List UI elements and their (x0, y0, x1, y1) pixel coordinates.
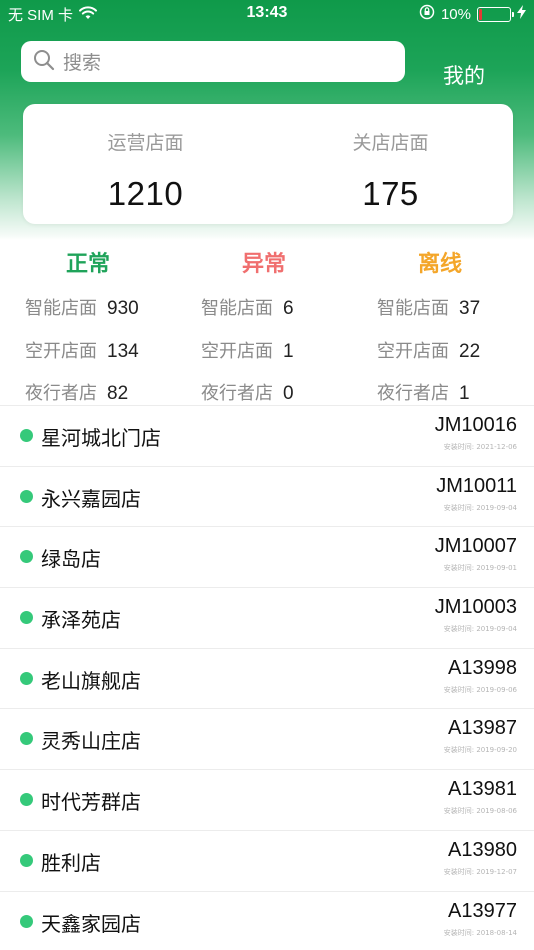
operating-label: 运营店面 (107, 132, 184, 154)
search-icon (33, 49, 55, 75)
store-code: JM10011 (436, 474, 517, 497)
closed-label: 关店店面 (352, 132, 429, 154)
list-item[interactable]: 时代芳群店 A13981 安装时间: 2019-08-06 (0, 769, 534, 830)
category-title: 正常 (65, 252, 110, 277)
search-input[interactable]: 搜索 (21, 41, 405, 82)
store-list: 星河城北门店 JM10016 安装时间: 2021-12-06 永兴嘉园店 JM100… (0, 405, 534, 950)
install-date: 安装时间: 2019-09-06 (443, 685, 517, 694)
list-item[interactable]: 承泽苑店 JM10003 安装时间: 2019-09-04 (0, 587, 534, 648)
store-name: 天鑫家园店 (41, 911, 141, 936)
stat-night: 夜行者店 1 (377, 383, 470, 404)
store-code: A13977 (448, 899, 517, 922)
install-date: 安装时间: 2019-12-07 (443, 867, 517, 876)
store-name: 老山旗舰店 (41, 668, 141, 693)
install-date: 安装时间: 2019-09-20 (443, 746, 517, 755)
status-breakdown: 正常 智能店面 930 空开店面 134 夜行者店 82 异常 智能店面 6 空开店面 1… (0, 240, 534, 405)
online-status-dot (20, 793, 33, 807)
install-date: 安装时间: 2019-09-01 (443, 564, 517, 573)
stat-night: 夜行者店 0 (201, 383, 294, 404)
store-name: 承泽苑店 (41, 608, 121, 633)
stat-smart: 智能店面 930 (25, 298, 139, 319)
store-name: 胜利店 (41, 850, 101, 875)
list-item[interactable]: 灵秀山庄店 A13987 安装时间: 2019-09-20 (0, 708, 534, 769)
store-code: A13981 (448, 778, 517, 801)
online-status-dot (20, 671, 33, 685)
charging-icon (517, 5, 526, 23)
install-date: 安装时间: 2019-09-04 (443, 503, 517, 512)
store-code: JM10016 (434, 414, 517, 436)
store-code: A13998 (448, 656, 517, 679)
closed-value: 175 (362, 175, 419, 212)
stat-smart: 智能店面 6 (201, 298, 294, 319)
stat-night: 夜行者店 82 (25, 383, 129, 404)
list-item[interactable]: 胜利店 A13980 安装时间: 2019-12-07 (0, 829, 534, 891)
battery-percent: 10% (440, 5, 471, 23)
status-bar: 无 SIM 卡 13:43 10% (0, 0, 534, 26)
online-status-dot (20, 732, 33, 746)
list-item[interactable]: 星河城北门店 JM10016 安装时间: 2021-12-06 (0, 405, 534, 466)
status-right: 10% (419, 4, 526, 24)
store-name: 绿岛店 (41, 547, 101, 572)
battery-fill (479, 8, 482, 20)
summary-card: 运营店面 1210 关店店面 175 (23, 104, 513, 224)
list-item[interactable]: 绿岛店 JM10007 安装时间: 2019-09-01 (0, 526, 534, 587)
store-code: JM10007 (434, 535, 517, 558)
store-name: 灵秀山庄店 (41, 729, 141, 754)
mine-button[interactable]: 我的 (425, 60, 503, 90)
online-status-dot (20, 550, 33, 564)
online-status-dot (20, 489, 33, 503)
store-name: 星河城北门店 (41, 426, 161, 450)
store-name: 时代芳群店 (41, 790, 141, 815)
store-code: JM10003 (434, 596, 517, 619)
list-item[interactable]: 永兴嘉园店 JM10011 安装时间: 2019-09-04 (0, 465, 534, 527)
install-date: 安装时间: 2019-09-04 (443, 625, 517, 634)
install-date: 安装时间: 2021-12-06 (443, 443, 517, 451)
stat-breaker: 空开店面 22 (377, 341, 481, 362)
store-name: 永兴嘉园店 (41, 486, 141, 511)
closed-stores[interactable]: 关店店面 175 (268, 104, 513, 213)
online-status-dot (20, 853, 33, 867)
stat-breaker: 空开店面 134 (25, 341, 139, 362)
install-date: 安装时间: 2018-08-14 (443, 928, 517, 937)
online-status-dot (20, 429, 33, 442)
stat-smart: 智能店面 37 (377, 298, 481, 319)
operating-stores[interactable]: 运营店面 1210 (23, 104, 268, 213)
battery-icon (477, 6, 514, 22)
install-date: 安装时间: 2019-08-06 (443, 807, 517, 816)
stat-breaker: 空开店面 1 (201, 341, 294, 362)
store-code: A13980 (448, 838, 517, 861)
search-placeholder: 搜索 (63, 52, 102, 74)
online-status-dot (20, 611, 33, 625)
operating-value: 1210 (107, 175, 184, 212)
store-code: A13987 (448, 717, 517, 740)
category-title: 离线 (417, 252, 462, 277)
category-title: 异常 (241, 252, 286, 277)
list-item[interactable]: 天鑫家园店 A13977 安装时间: 2018-08-14 (0, 890, 534, 950)
orientation-lock-icon (419, 4, 435, 24)
list-item[interactable]: 老山旗舰店 A13998 安装时间: 2019-09-06 (0, 647, 534, 709)
online-status-dot (20, 914, 33, 928)
